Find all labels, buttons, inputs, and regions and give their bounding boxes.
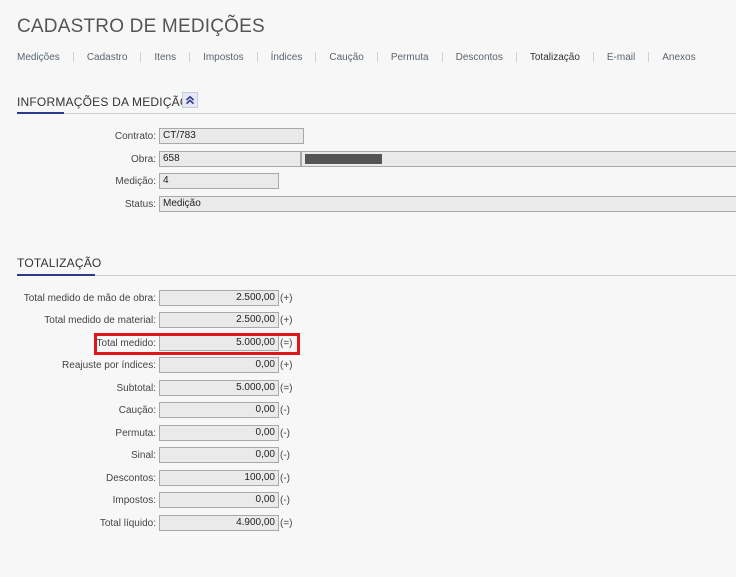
total-row-value[interactable]: 2.500,00 <box>159 312 279 328</box>
redacted-text <box>305 154 382 164</box>
page-title: CADASTRO DE MEDIÇÕES <box>17 16 265 37</box>
medicao-label: Medição: <box>115 176 156 187</box>
obra-label: Obra: <box>130 154 156 165</box>
status-label: Status: <box>124 199 156 210</box>
tab-divider <box>515 52 517 62</box>
info-section-title: INFORMAÇÕES DA MEDIÇÃO <box>17 95 190 109</box>
total-row-label: Impostos: <box>112 495 156 506</box>
tab-itens[interactable]: Itens <box>154 52 176 63</box>
status-field[interactable]: Medição <box>159 196 736 212</box>
total-row-value[interactable]: 0,00 <box>159 492 279 508</box>
tab-divider <box>189 52 191 62</box>
total-row-operator: (=) <box>280 518 293 529</box>
section-divider <box>17 275 736 276</box>
total-row-label: Descontos: <box>105 473 156 484</box>
total-row-operator: (=) <box>280 383 293 394</box>
total-row-value[interactable]: 4.900,00 <box>159 515 279 531</box>
tab-divider <box>140 52 142 62</box>
total-medido-highlight-box <box>94 333 300 355</box>
section-accent-bar <box>17 274 95 276</box>
total-row-operator: (-) <box>280 473 290 484</box>
total-row-value[interactable]: 0,00 <box>159 447 279 463</box>
contrato-field[interactable]: CT/783 <box>159 128 304 144</box>
total-row-operator: (+) <box>280 293 293 304</box>
total-row-value[interactable]: 0,00 <box>159 402 279 418</box>
total-row-operator: (-) <box>280 495 290 506</box>
tab-impostos[interactable]: Impostos <box>203 52 244 63</box>
tab-divider <box>376 52 378 62</box>
total-row-label: Total líquido: <box>99 518 156 529</box>
contrato-label: Contrato: <box>114 131 156 142</box>
tab-divider <box>648 52 650 62</box>
tab-divider <box>315 52 317 62</box>
total-row-value[interactable]: 100,00 <box>159 470 279 486</box>
total-row-operator: (-) <box>280 405 290 416</box>
tab-divider <box>256 52 258 62</box>
total-row-label: Reajuste por índices: <box>62 360 156 371</box>
total-row-label: Total medido de material: <box>44 315 156 326</box>
obra-field[interactable]: 658 <box>159 151 301 167</box>
tab-descontos[interactable]: Descontos <box>456 52 503 63</box>
total-row-value[interactable]: 0,00 <box>159 357 279 373</box>
total-row-operator: (-) <box>280 428 290 439</box>
tab-email[interactable]: E-mail <box>607 52 635 63</box>
tab-bar: Medições Cadastro Itens Impostos Índices… <box>17 50 696 64</box>
tab-divider <box>72 52 74 62</box>
tab-permuta[interactable]: Permuta <box>391 52 429 63</box>
tab-totalizacao[interactable]: Totalização <box>530 52 580 63</box>
section-accent-bar <box>17 112 64 114</box>
tab-anexos[interactable]: Anexos <box>662 52 695 63</box>
tab-indices[interactable]: Índices <box>271 52 303 63</box>
total-row-label: Permuta: <box>115 428 156 439</box>
tab-divider <box>592 52 594 62</box>
total-row-value[interactable]: 0,00 <box>159 425 279 441</box>
tab-medicoes[interactable]: Medições <box>17 52 60 63</box>
tab-divider <box>441 52 443 62</box>
collapse-section-button[interactable] <box>182 92 198 108</box>
total-row-label: Total medido de mão de obra: <box>23 293 156 304</box>
total-row-operator: (+) <box>280 360 293 371</box>
section-divider <box>17 113 736 114</box>
medicao-field[interactable]: 4 <box>159 173 279 189</box>
tab-cadastro[interactable]: Cadastro <box>87 52 128 63</box>
double-chevron-up-icon <box>185 95 195 105</box>
total-row-operator: (-) <box>280 450 290 461</box>
totalizacao-section-title: TOTALIZAÇÃO <box>17 256 102 270</box>
total-row-label: Sinal: <box>130 450 156 461</box>
tab-caucao[interactable]: Caução <box>329 52 363 63</box>
total-row-label: Subtotal: <box>116 383 156 394</box>
total-row-value[interactable]: 2.500,00 <box>159 290 279 306</box>
total-row-operator: (+) <box>280 315 293 326</box>
total-row-label: Caução: <box>118 405 156 416</box>
total-row-value[interactable]: 5.000,00 <box>159 380 279 396</box>
